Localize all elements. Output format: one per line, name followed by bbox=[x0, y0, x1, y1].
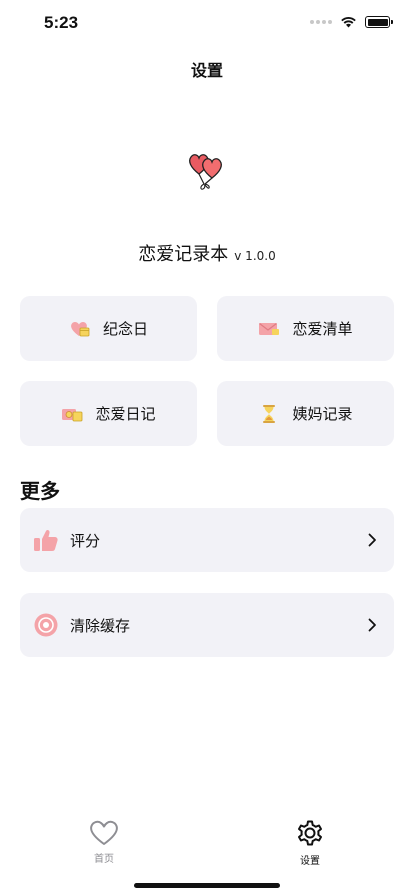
status-time: 5:23 bbox=[44, 13, 79, 32]
hourglass-icon bbox=[258, 403, 280, 425]
battery-icon bbox=[365, 16, 393, 28]
tab-home[interactable]: 首页 bbox=[64, 818, 144, 865]
wifi-icon bbox=[341, 17, 356, 28]
heart-calendar-icon bbox=[69, 318, 91, 340]
gear-icon bbox=[298, 820, 322, 846]
status-icons bbox=[310, 16, 393, 28]
heart-balloons-logo-icon bbox=[189, 154, 222, 190]
tab-settings[interactable]: 设置 bbox=[270, 818, 350, 867]
period-record-card[interactable]: 姨妈记录 bbox=[217, 381, 394, 446]
rate-label: 评分 bbox=[70, 531, 101, 550]
heart-outline-icon bbox=[90, 820, 118, 845]
clear-cache-label: 清除缓存 bbox=[70, 616, 131, 635]
clear-cache-icon bbox=[32, 611, 60, 639]
love-letter-icon bbox=[258, 318, 280, 340]
rate-row[interactable]: 评分 bbox=[20, 508, 394, 572]
period-record-label: 姨妈记录 bbox=[292, 405, 353, 423]
anniversary-label: 纪念日 bbox=[102, 320, 148, 338]
tab-settings-label: 设置 bbox=[300, 856, 320, 867]
status-bar: 5:23 bbox=[0, 0, 414, 48]
tab-bar: 首页 设置 bbox=[0, 812, 414, 896]
photo-diary-icon bbox=[61, 403, 83, 425]
cellular-signal-icon bbox=[310, 20, 332, 24]
app-name: 恋爱记录本 bbox=[138, 244, 229, 265]
thumbs-up-icon bbox=[32, 526, 60, 554]
home-indicator bbox=[134, 883, 280, 888]
chevron-right-icon bbox=[368, 618, 376, 632]
app-version: v 1.0.0 bbox=[234, 249, 276, 263]
app-info: 恋爱记录本 v 1.0.0 bbox=[0, 240, 414, 266]
more-section-title: 更多 bbox=[20, 479, 60, 503]
anniversary-card[interactable]: 纪念日 bbox=[20, 296, 197, 361]
love-diary-label: 恋爱日记 bbox=[95, 405, 156, 423]
chevron-right-icon bbox=[368, 533, 376, 547]
page-title: 设置 bbox=[190, 61, 223, 80]
tab-home-label: 首页 bbox=[94, 854, 114, 865]
love-list-card[interactable]: 恋爱清单 bbox=[217, 296, 394, 361]
clear-cache-row[interactable]: 清除缓存 bbox=[20, 593, 394, 657]
love-diary-card[interactable]: 恋爱日记 bbox=[20, 381, 197, 446]
love-list-label: 恋爱清单 bbox=[292, 320, 353, 338]
